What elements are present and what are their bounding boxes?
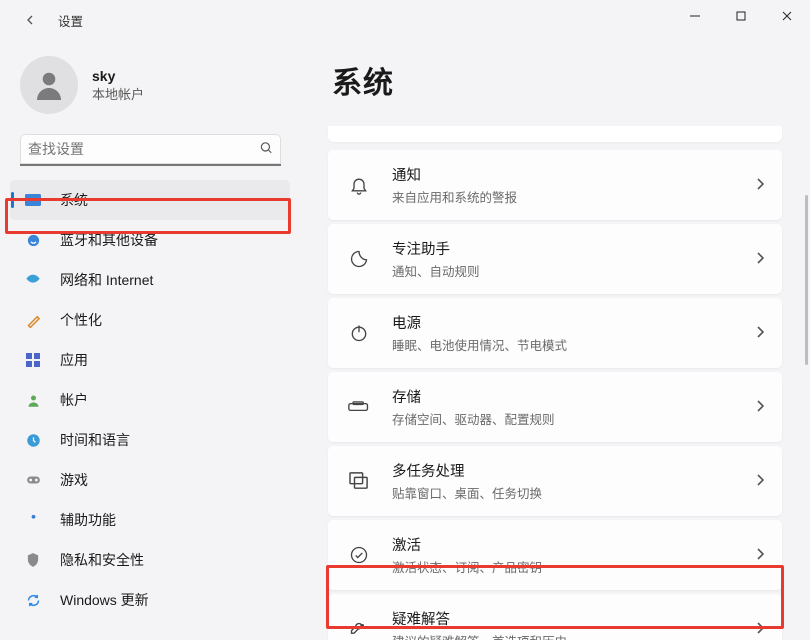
chevron-right-icon (756, 474, 764, 489)
chevron-right-icon (756, 326, 764, 341)
nav-item-4[interactable]: 应用 (10, 340, 290, 380)
scrollbar[interactable] (805, 195, 808, 365)
settings-item-title: 通知 (392, 164, 748, 185)
settings-item-title: 电源 (392, 312, 748, 333)
settings-item-icon (342, 242, 376, 276)
settings-item-title: 存储 (392, 386, 748, 407)
settings-item-6[interactable]: 疑难解答 建议的疑难解答、首选项和历史 (328, 594, 782, 640)
settings-item-sub: 建议的疑难解答、首选项和历史 (392, 631, 748, 640)
nav-icon-0 (24, 191, 42, 209)
nav-icon-3 (24, 311, 42, 329)
minimize-button[interactable] (672, 0, 718, 32)
settings-item-sub: 贴靠窗口、桌面、任务切换 (392, 483, 748, 502)
nav-item-8[interactable]: 辅助功能 (10, 500, 290, 540)
nav-icon-6 (24, 431, 42, 449)
nav-label: 隐私和安全性 (60, 550, 144, 570)
settings-list: 通知 来自应用和系统的警报 专注助手 通知、自动规则 电源 睡眠、电池使用情况、… (328, 126, 782, 640)
profile-subtitle: 本地帐户 (92, 84, 144, 103)
nav-icon-5 (24, 391, 42, 409)
settings-item-0[interactable]: 通知 来自应用和系统的警报 (328, 150, 782, 220)
settings-item-title: 疑难解答 (392, 608, 748, 629)
chevron-right-icon (756, 548, 764, 563)
avatar (20, 56, 78, 114)
settings-item-title: 专注助手 (392, 238, 748, 259)
nav-icon-7 (24, 471, 42, 489)
settings-item-1[interactable]: 专注助手 通知、自动规则 (328, 224, 782, 294)
nav-icon-10 (24, 591, 42, 609)
nav-label: 游戏 (60, 470, 88, 490)
back-button[interactable] (12, 2, 48, 38)
settings-item-title: 多任务处理 (392, 460, 748, 481)
nav-icon-2 (24, 271, 42, 289)
nav-item-0[interactable]: 系统 (10, 180, 290, 220)
settings-item-sub: 激活状态、订阅、产品密钥 (392, 557, 748, 576)
search-input[interactable] (20, 134, 281, 166)
card-overflow-top (328, 126, 782, 142)
settings-item-sub: 来自应用和系统的警报 (392, 187, 748, 206)
settings-item-icon (342, 464, 376, 498)
settings-item-5[interactable]: 激活 激活状态、订阅、产品密钥 (328, 520, 782, 590)
chevron-right-icon (756, 252, 764, 267)
settings-item-3[interactable]: 存储 存储空间、驱动器、配置规则 (328, 372, 782, 442)
settings-item-2[interactable]: 电源 睡眠、电池使用情况、节电模式 (328, 298, 782, 368)
settings-item-sub: 通知、自动规则 (392, 261, 748, 280)
nav-list: 系统蓝牙和其他设备网络和 Internet 个性化应用帐户时间和语言游戏辅助功能隐… (10, 180, 290, 620)
chevron-right-icon (756, 400, 764, 415)
nav-item-5[interactable]: 帐户 (10, 380, 290, 420)
nav-icon-4 (24, 351, 42, 369)
nav-item-6[interactable]: 时间和语言 (10, 420, 290, 460)
nav-item-7[interactable]: 游戏 (10, 460, 290, 500)
nav-label: Windows 更新 (60, 590, 149, 610)
settings-item-4[interactable]: 多任务处理 贴靠窗口、桌面、任务切换 (328, 446, 782, 516)
chevron-right-icon (756, 622, 764, 637)
titlebar: 设置 (0, 0, 810, 40)
settings-item-icon (342, 168, 376, 202)
main-content: 系统 通知 来自应用和系统的警报 专注助手 通知、自动规则 电源 睡眠、电池使用… (300, 40, 810, 640)
page-title: 系统 (332, 58, 782, 102)
search-icon (259, 141, 273, 160)
settings-item-icon (342, 612, 376, 640)
nav-item-9[interactable]: 隐私和安全性 (10, 540, 290, 580)
settings-item-sub: 睡眠、电池使用情况、节电模式 (392, 335, 748, 354)
profile-block[interactable]: sky 本地帐户 (10, 54, 290, 130)
settings-item-icon (342, 316, 376, 350)
window-controls (672, 0, 810, 32)
settings-item-sub: 存储空间、驱动器、配置规则 (392, 409, 748, 428)
nav-item-3[interactable]: 个性化 (10, 300, 290, 340)
nav-icon-9 (24, 551, 42, 569)
profile-name: sky (92, 68, 144, 84)
nav-icon-8 (24, 511, 42, 529)
nav-label: 个性化 (60, 310, 102, 330)
settings-item-icon (342, 390, 376, 424)
window-title: 设置 (58, 11, 83, 30)
settings-item-icon (342, 538, 376, 572)
maximize-button[interactable] (718, 0, 764, 32)
chevron-right-icon (756, 178, 764, 193)
nav-item-1[interactable]: 蓝牙和其他设备 (10, 220, 290, 260)
nav-label: 帐户 (60, 390, 88, 410)
nav-item-2[interactable]: 网络和 Internet (10, 260, 290, 300)
settings-item-title: 激活 (392, 534, 748, 555)
nav-label: 辅助功能 (60, 510, 116, 530)
nav-label: 系统 (60, 190, 88, 210)
nav-label: 蓝牙和其他设备 (60, 230, 158, 250)
nav-item-10[interactable]: Windows 更新 (10, 580, 290, 620)
nav-icon-1 (24, 231, 42, 249)
nav-label: 应用 (60, 350, 88, 370)
nav-label: 时间和语言 (60, 430, 130, 450)
close-button[interactable] (764, 0, 810, 32)
search-wrap (20, 134, 281, 166)
nav-label: 网络和 Internet (60, 270, 153, 290)
sidebar: sky 本地帐户 系统蓝牙和其他设备网络和 Internet 个性化应用帐户时间和… (0, 40, 300, 640)
